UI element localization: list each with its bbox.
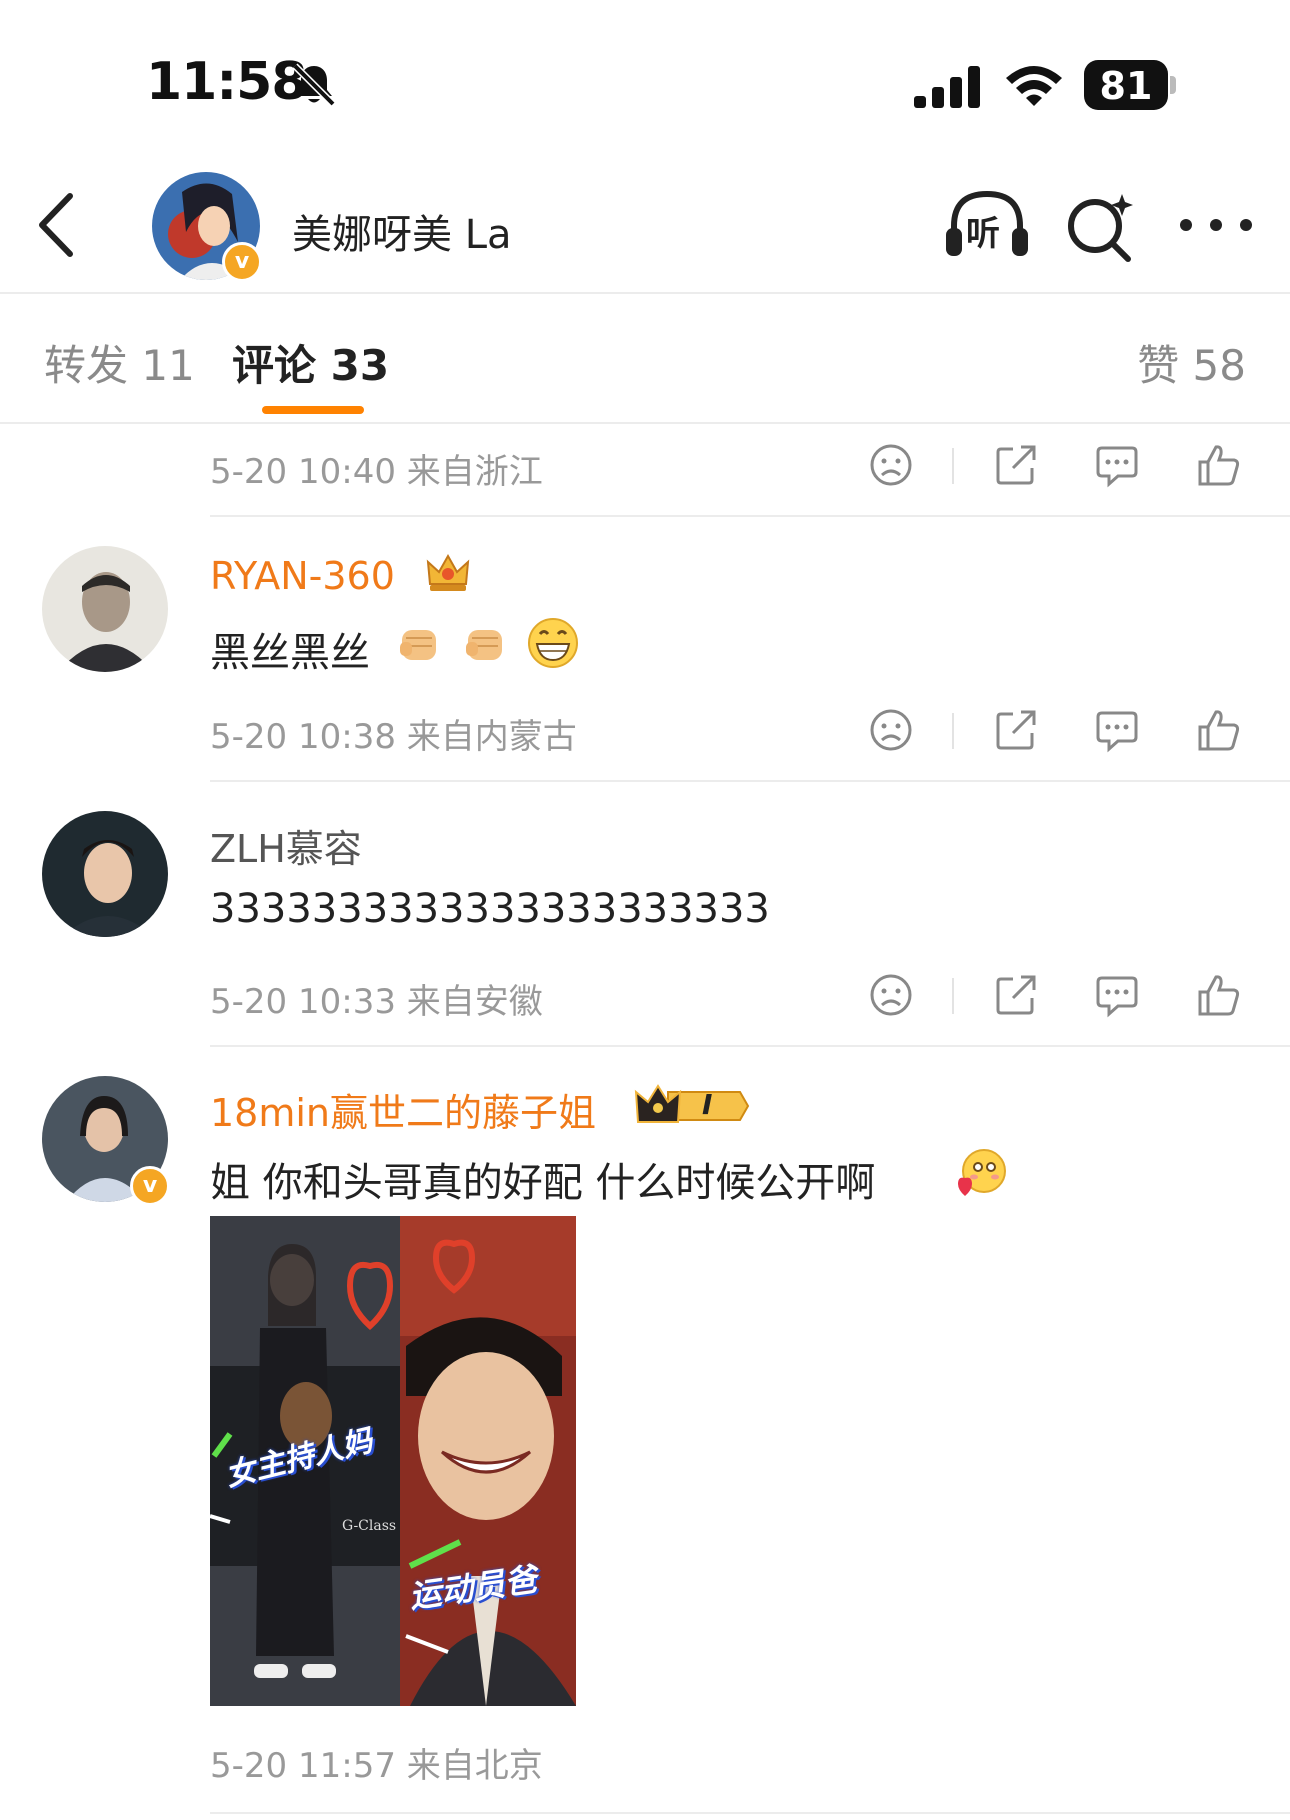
tab-reposts[interactable]: 转发 11	[44, 332, 195, 393]
verified-badge-icon: v	[222, 242, 262, 282]
listen-label: 听	[966, 214, 1000, 254]
share-icon[interactable]	[993, 972, 1039, 1018]
comment-divider	[210, 780, 1290, 782]
cellular-signal-icon	[914, 66, 980, 108]
vip-crown-icon	[634, 1084, 750, 1123]
reply-icon[interactable]	[1094, 442, 1140, 488]
dislike-face-icon[interactable]	[868, 972, 914, 1018]
vip-level-text: I	[702, 1088, 713, 1121]
vip-level-badge: I	[634, 1082, 750, 1130]
grin-emoji-icon	[528, 618, 578, 668]
tabs-divider	[0, 422, 1290, 424]
fist-emoji-icon	[466, 630, 502, 660]
user-avatar[interactable]	[42, 811, 168, 937]
share-icon[interactable]	[993, 707, 1039, 753]
verified-badge-icon: v	[130, 1166, 170, 1206]
fist-emoji-icon	[400, 630, 436, 660]
action-separator	[952, 978, 954, 1014]
comment-divider	[210, 515, 1290, 517]
blush-emoji-icon	[958, 1149, 1006, 1196]
dislike-face-icon[interactable]	[868, 707, 914, 753]
back-chevron-icon[interactable]	[32, 190, 82, 260]
header-divider	[0, 292, 1290, 294]
like-thumb-icon[interactable]	[1196, 707, 1242, 753]
author-name[interactable]: 美娜呀美 La	[292, 202, 512, 260]
dislike-face-icon[interactable]	[868, 442, 914, 488]
battery-percent: 81	[1099, 64, 1153, 108]
action-separator	[952, 448, 954, 484]
comment-text: 姐 你和头哥真的好配 什么时候公开啊	[210, 1160, 876, 1206]
comment-meta: 5-20 11:57 来自北京	[210, 1746, 543, 1786]
wifi-icon	[1006, 66, 1062, 106]
comment-username[interactable]: ZLH慕容	[210, 818, 362, 873]
tab-comments[interactable]: 评论 33	[232, 332, 389, 393]
search-sparkle-icon[interactable]	[1064, 190, 1136, 262]
comment-divider	[210, 1045, 1290, 1047]
bell-muted-icon	[292, 63, 336, 107]
status-time: 11:58	[146, 52, 308, 112]
reply-icon[interactable]	[1094, 972, 1140, 1018]
comment-username[interactable]: RYAN-360	[210, 554, 395, 598]
like-thumb-icon[interactable]	[1196, 442, 1242, 488]
photo-label-brand: G-Class	[342, 1518, 397, 1534]
comment-text: 3333333333333333333333	[210, 886, 770, 932]
active-tab-indicator	[262, 406, 364, 414]
share-icon[interactable]	[993, 442, 1039, 488]
comment-divider	[210, 1812, 1290, 1814]
action-separator	[952, 713, 954, 749]
vip-crown-icon	[426, 553, 470, 591]
like-thumb-icon[interactable]	[1196, 972, 1242, 1018]
listen-button[interactable]: 听	[944, 188, 1030, 260]
comment-photo[interactable]: 女主持人妈 G-Class 运动员爸	[210, 1216, 576, 1706]
comment-username[interactable]: 18min赢世二的藤子姐	[210, 1082, 596, 1137]
comment-text: 黑丝黑丝	[210, 630, 370, 676]
reply-icon[interactable]	[1094, 707, 1140, 753]
user-avatar[interactable]	[42, 546, 168, 672]
comment-meta: 5-20 10:38 来自内蒙古	[210, 717, 577, 757]
comment-meta: 5-20 10:33 来自安徽	[210, 982, 543, 1022]
comment-meta: 5-20 10:40 来自浙江	[210, 452, 543, 492]
tab-likes[interactable]: 赞 58	[1137, 332, 1246, 393]
more-options-icon[interactable]	[1176, 210, 1256, 240]
battery-indicator: 81	[1084, 60, 1178, 110]
